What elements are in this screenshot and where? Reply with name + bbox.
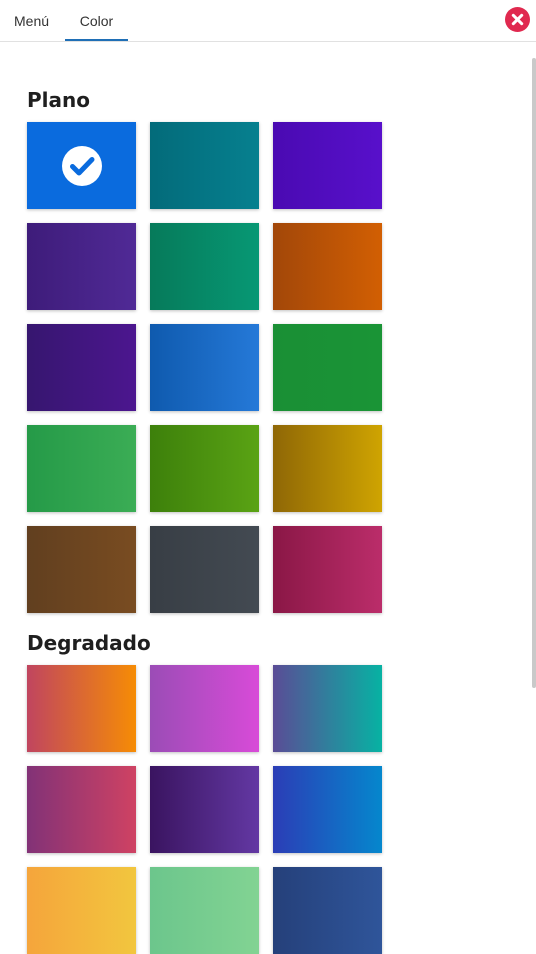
tab-color[interactable]: Color	[65, 0, 128, 41]
plain-color-swatch[interactable]	[150, 122, 259, 209]
gradient-color-swatch[interactable]	[273, 665, 382, 752]
swatch-grid-plain	[27, 122, 387, 613]
close-button[interactable]	[505, 7, 530, 32]
gradient-color-swatch[interactable]	[273, 766, 382, 853]
plain-color-swatch[interactable]	[150, 223, 259, 310]
gradient-color-swatch[interactable]	[27, 665, 136, 752]
checkmark-icon	[62, 146, 102, 186]
scrollbar[interactable]	[532, 58, 536, 688]
section-title-gradient: Degradado	[27, 631, 151, 655]
plain-color-swatch[interactable]	[150, 526, 259, 613]
plain-color-swatch[interactable]	[27, 223, 136, 310]
tab-menu-label: Menú	[14, 13, 50, 29]
section-title-plain: Plano	[27, 88, 90, 112]
gradient-color-swatch[interactable]	[27, 766, 136, 853]
close-icon	[511, 13, 524, 26]
gradient-color-swatch[interactable]	[273, 867, 382, 954]
plain-color-swatch[interactable]	[273, 425, 382, 512]
active-tab-indicator	[65, 39, 128, 41]
tab-menu[interactable]: Menú	[14, 0, 49, 41]
plain-color-swatch[interactable]	[27, 122, 136, 209]
swatch-grid-gradient	[27, 665, 387, 954]
plain-color-swatch[interactable]	[150, 425, 259, 512]
gradient-color-swatch[interactable]	[150, 867, 259, 954]
plain-color-swatch[interactable]	[273, 324, 382, 411]
plain-color-swatch[interactable]	[150, 324, 259, 411]
plain-color-swatch[interactable]	[273, 526, 382, 613]
plain-color-swatch[interactable]	[27, 526, 136, 613]
gradient-color-swatch[interactable]	[150, 766, 259, 853]
plain-color-swatch[interactable]	[27, 425, 136, 512]
tab-bar: Menú Color	[0, 0, 536, 42]
gradient-color-swatch[interactable]	[150, 665, 259, 752]
plain-color-swatch[interactable]	[27, 324, 136, 411]
plain-color-swatch[interactable]	[273, 122, 382, 209]
gradient-color-swatch[interactable]	[27, 867, 136, 954]
plain-color-swatch[interactable]	[273, 223, 382, 310]
tab-color-label: Color	[79, 13, 114, 29]
